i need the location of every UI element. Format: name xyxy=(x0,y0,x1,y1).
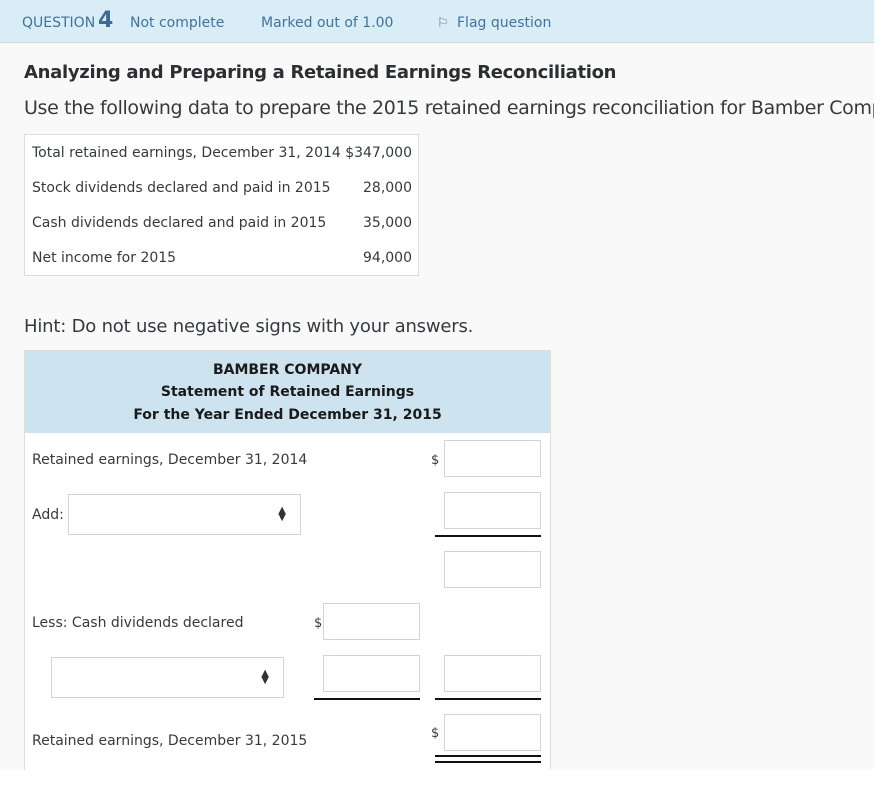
statement-header: BAMBER COMPANY Statement of Retained Ear… xyxy=(25,351,550,433)
given-row: Net income for 2015 94,000 xyxy=(32,240,412,275)
double-underline-top xyxy=(435,755,541,757)
dollar-sign: $ xyxy=(431,453,440,468)
given-value: $347,000 xyxy=(345,145,412,161)
given-label: Net income for 2015 xyxy=(32,250,177,266)
question-label: QUESTION xyxy=(22,15,96,31)
add-item-select[interactable]: ▲ ▼ xyxy=(68,494,301,535)
question-title: Analyzing and Preparing a Retained Earni… xyxy=(24,62,617,83)
question-frame: QUESTION 4 Not complete Marked out of 1.… xyxy=(0,0,874,770)
statement-name: Statement of Retained Earnings xyxy=(160,384,415,400)
ending-re-label: Retained earnings, December 31, 2015 xyxy=(32,733,308,749)
single-underline xyxy=(435,698,541,700)
retained-earnings-statement: BAMBER COMPANY Statement of Retained Ear… xyxy=(24,350,551,770)
given-data-table: Total retained earnings, December 31, 20… xyxy=(24,134,419,276)
double-underline-bottom xyxy=(435,761,541,763)
given-row: Total retained earnings, December 31, 20… xyxy=(32,135,412,170)
question-grade: Marked out of 1.00 xyxy=(261,15,394,31)
given-value: 35,000 xyxy=(363,215,412,231)
question-intro: Use the following data to prepare the 20… xyxy=(24,97,874,119)
select-arrows-icon: ▲ ▼ xyxy=(278,505,286,523)
total-deductions-input[interactable] xyxy=(444,655,541,692)
ending-re-input[interactable] xyxy=(444,714,541,751)
add-label: Add: xyxy=(32,507,64,523)
flag-question-link[interactable]: Flag question xyxy=(457,15,551,31)
given-row: Stock dividends declared and paid in 201… xyxy=(32,170,412,205)
given-label: Total retained earnings, December 31, 20… xyxy=(32,145,341,161)
cash-dividends-input[interactable] xyxy=(323,603,420,640)
other-deduction-input[interactable] xyxy=(323,655,420,692)
statement-company: BAMBER COMPANY xyxy=(212,362,363,378)
beginning-re-label: Retained earnings, December 31, 2014 xyxy=(32,452,308,468)
given-value: 28,000 xyxy=(363,180,412,196)
beginning-re-input[interactable] xyxy=(444,440,541,477)
given-row: Cash dividends declared and paid in 2015… xyxy=(32,205,412,240)
flag-icon[interactable]: ⚐ xyxy=(437,16,449,31)
dollar-sign: $ xyxy=(314,616,323,631)
given-label: Cash dividends declared and paid in 2015 xyxy=(32,215,327,231)
single-underline xyxy=(435,535,541,537)
select-arrows-icon: ▲ ▼ xyxy=(261,668,269,686)
given-label: Stock dividends declared and paid in 201… xyxy=(32,180,331,196)
less-item-select[interactable]: ▲ ▼ xyxy=(51,657,284,698)
given-value: 94,000 xyxy=(363,250,412,266)
single-underline xyxy=(314,698,420,700)
less-cash-dividends-label: Less: Cash dividends declared xyxy=(32,615,244,631)
subtotal-input[interactable] xyxy=(444,551,541,588)
question-number: 4 xyxy=(98,8,114,33)
add-amount-input[interactable] xyxy=(444,492,541,529)
question-header: QUESTION 4 Not complete Marked out of 1.… xyxy=(0,0,874,43)
dollar-sign: $ xyxy=(431,726,440,741)
statement-period: For the Year Ended December 31, 2015 xyxy=(133,407,442,423)
hint-text: Hint: Do not use negative signs with you… xyxy=(24,316,474,337)
question-state: Not complete xyxy=(130,15,225,31)
